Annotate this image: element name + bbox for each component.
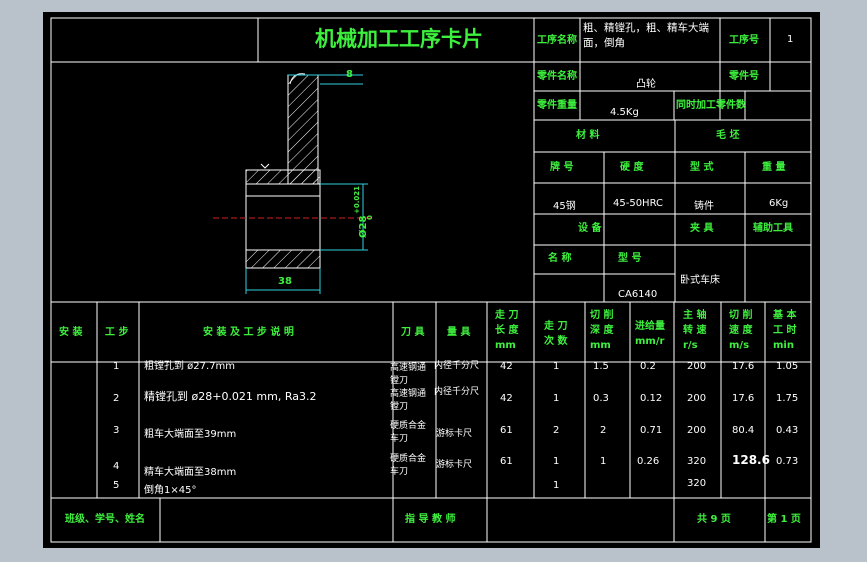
- part-section-view: [213, 73, 373, 294]
- part-name-label: 零件名称: [537, 71, 577, 82]
- table-row-3-length: 61: [500, 425, 513, 436]
- table-row-4-time: 0.73: [776, 456, 799, 467]
- header-spindle-speed: 主 轴 转 速 r/s: [683, 310, 707, 351]
- dimension-top: 8: [346, 69, 353, 80]
- header-tool: 刀 具: [401, 327, 425, 338]
- table-row-3-feed: 0.71: [640, 425, 663, 436]
- table-row-4-gauge: 游标卡尺: [436, 460, 473, 470]
- part-no-label: 零件号: [729, 71, 759, 82]
- table-row-3-velocity: 80.4: [732, 425, 755, 436]
- footer-total-pages: 共 9 页: [697, 514, 731, 525]
- table-row-5-passes: 1: [553, 480, 560, 491]
- process-no-label: 工序号: [729, 35, 759, 46]
- footer-teacher-label: 指 导 教 师: [405, 514, 456, 525]
- table-row-2-depth: 0.3: [593, 393, 609, 404]
- header-install: 安 装: [59, 327, 83, 338]
- blank-weight-label: 重 量: [762, 162, 786, 173]
- blank-type-value: 铸件: [694, 201, 714, 212]
- process-no-value: 1: [787, 34, 794, 45]
- table-row-4-desc: 精车大端面至38mm: [144, 467, 237, 478]
- table-row-4-velocity: 128.6: [732, 453, 770, 467]
- header-step: 工 步: [105, 327, 129, 338]
- fixture-label: 夹 具: [690, 223, 714, 234]
- table-row-4-tool: 硬质合金 车刀: [390, 454, 427, 477]
- equipment-model-value: CA6140: [618, 289, 658, 300]
- drawing-sheet: 机械加工工序卡片 工序名称 粗、精镗孔，粗、精车大端面，倒角 工序号 1 零件名…: [43, 12, 820, 548]
- table-row-2-gauge: 内径千分尺: [434, 387, 480, 397]
- dimension-bottom: 38: [278, 276, 292, 287]
- table-row-3-gauge: 游标卡尺: [436, 429, 473, 439]
- table-row-3-time: 0.43: [776, 425, 799, 436]
- table-row-5-step: 5: [113, 480, 120, 491]
- header-base-time: 基 本 工 时 min: [773, 310, 797, 351]
- blank-type-label: 型 式: [690, 162, 714, 173]
- table-row-2-time: 1.75: [776, 393, 799, 404]
- part-weight-label: 零件重量: [537, 100, 577, 111]
- table-row-1-tool: 高速钢通 镗刀: [390, 363, 427, 386]
- table-row-5-desc: 倒角1×45°: [144, 485, 197, 496]
- blank-header: 毛 坯: [716, 130, 740, 141]
- table-row-3-step: 3: [113, 425, 120, 436]
- table-row-3-tool: 硬质合金 车刀: [390, 421, 427, 444]
- header-description: 安 装 及 工 步 说 明: [203, 327, 294, 338]
- table-row-4-feed: 0.26: [637, 456, 660, 467]
- header-cutting-velocity: 切 削 速 度 m/s: [729, 310, 753, 351]
- footer-page: 第 1 页: [767, 514, 801, 525]
- table-row-1-velocity: 17.6: [732, 361, 755, 372]
- table-row-3-speed: 200: [687, 425, 707, 436]
- blank-weight-value: 6Kg: [769, 198, 789, 209]
- table-row-2-speed: 200: [687, 393, 707, 404]
- table-row-2-length: 42: [500, 393, 513, 404]
- table-row-2-passes: 1: [553, 393, 560, 404]
- table-row-2-desc: 精镗孔到 ø28+0.021 mm, Ra3.2: [144, 390, 317, 403]
- table-row-2-velocity: 17.6: [732, 393, 755, 404]
- table-row-4-length: 61: [500, 456, 513, 467]
- table-row-1-speed: 200: [687, 361, 707, 372]
- table-row-1-desc: 粗镗孔到 ø27.7mm: [144, 361, 236, 372]
- header-cut-length: 走 刀 长 度 mm: [495, 310, 519, 351]
- table-row-1-gauge: 内径千分尺: [434, 361, 480, 371]
- table-row-4-step: 4: [113, 461, 120, 472]
- header-depth: 切 削 深 度 mm: [590, 310, 614, 351]
- table-row-4-passes: 1: [553, 456, 560, 467]
- hardness-label: 硬 度: [620, 162, 644, 173]
- table-row-3-depth: 2: [600, 425, 607, 436]
- card-title: 机械加工工序卡片: [315, 27, 483, 51]
- footer-class-label: 班级、学号、姓名: [65, 514, 145, 525]
- table-row-4-depth: 1: [600, 456, 607, 467]
- part-name-value: 凸轮: [636, 79, 656, 90]
- table-row-2-tool: 高速钢通 镗刀: [390, 389, 427, 412]
- part-weight-value: 4.5Kg: [610, 107, 639, 118]
- grade-label: 牌 号: [550, 162, 574, 173]
- table-row-1-step: 1: [113, 361, 120, 372]
- hardness-value: 45-50HRC: [613, 198, 664, 209]
- table-row-1-depth: 1.5: [593, 361, 609, 372]
- tolerance-lower: 0: [366, 215, 374, 220]
- fixture-value: 卧式车床: [680, 275, 720, 286]
- table-row-1-feed: 0.2: [640, 361, 656, 372]
- material-header: 材 料: [576, 130, 600, 141]
- table-row-1-time: 1.05: [776, 361, 799, 372]
- header-gauge: 量 具: [447, 327, 471, 338]
- table-row-2-step: 2: [113, 393, 120, 404]
- table-row-1-length: 42: [500, 361, 513, 372]
- equipment-model-label: 型 号: [618, 253, 642, 264]
- process-name-label: 工序名称: [537, 35, 577, 46]
- grade-value: 45钢: [553, 201, 576, 212]
- same-parts-label: 同时加工零件数: [676, 100, 746, 111]
- table-row-4-speed: 320: [687, 456, 707, 467]
- aux-tool-label: 辅助工具: [753, 223, 793, 234]
- table-row-3-passes: 2: [553, 425, 560, 436]
- header-feed: 进给量 mm/r: [635, 321, 665, 347]
- equipment-name-label: 名 称: [548, 253, 572, 264]
- header-passes: 走 刀 次 数: [544, 321, 568, 347]
- table-row-3-desc: 粗车大端面至39mm: [144, 429, 237, 440]
- table-row-1-passes: 1: [553, 361, 560, 372]
- equipment-header: 设 备: [578, 223, 602, 234]
- table-row-2-feed: 0.12: [640, 393, 663, 404]
- process-name-value: 粗、精镗孔，粗、精车大端面，倒角: [583, 22, 709, 49]
- tolerance-upper: +0.021: [353, 185, 361, 214]
- table-row-5-speed: 320: [687, 478, 707, 489]
